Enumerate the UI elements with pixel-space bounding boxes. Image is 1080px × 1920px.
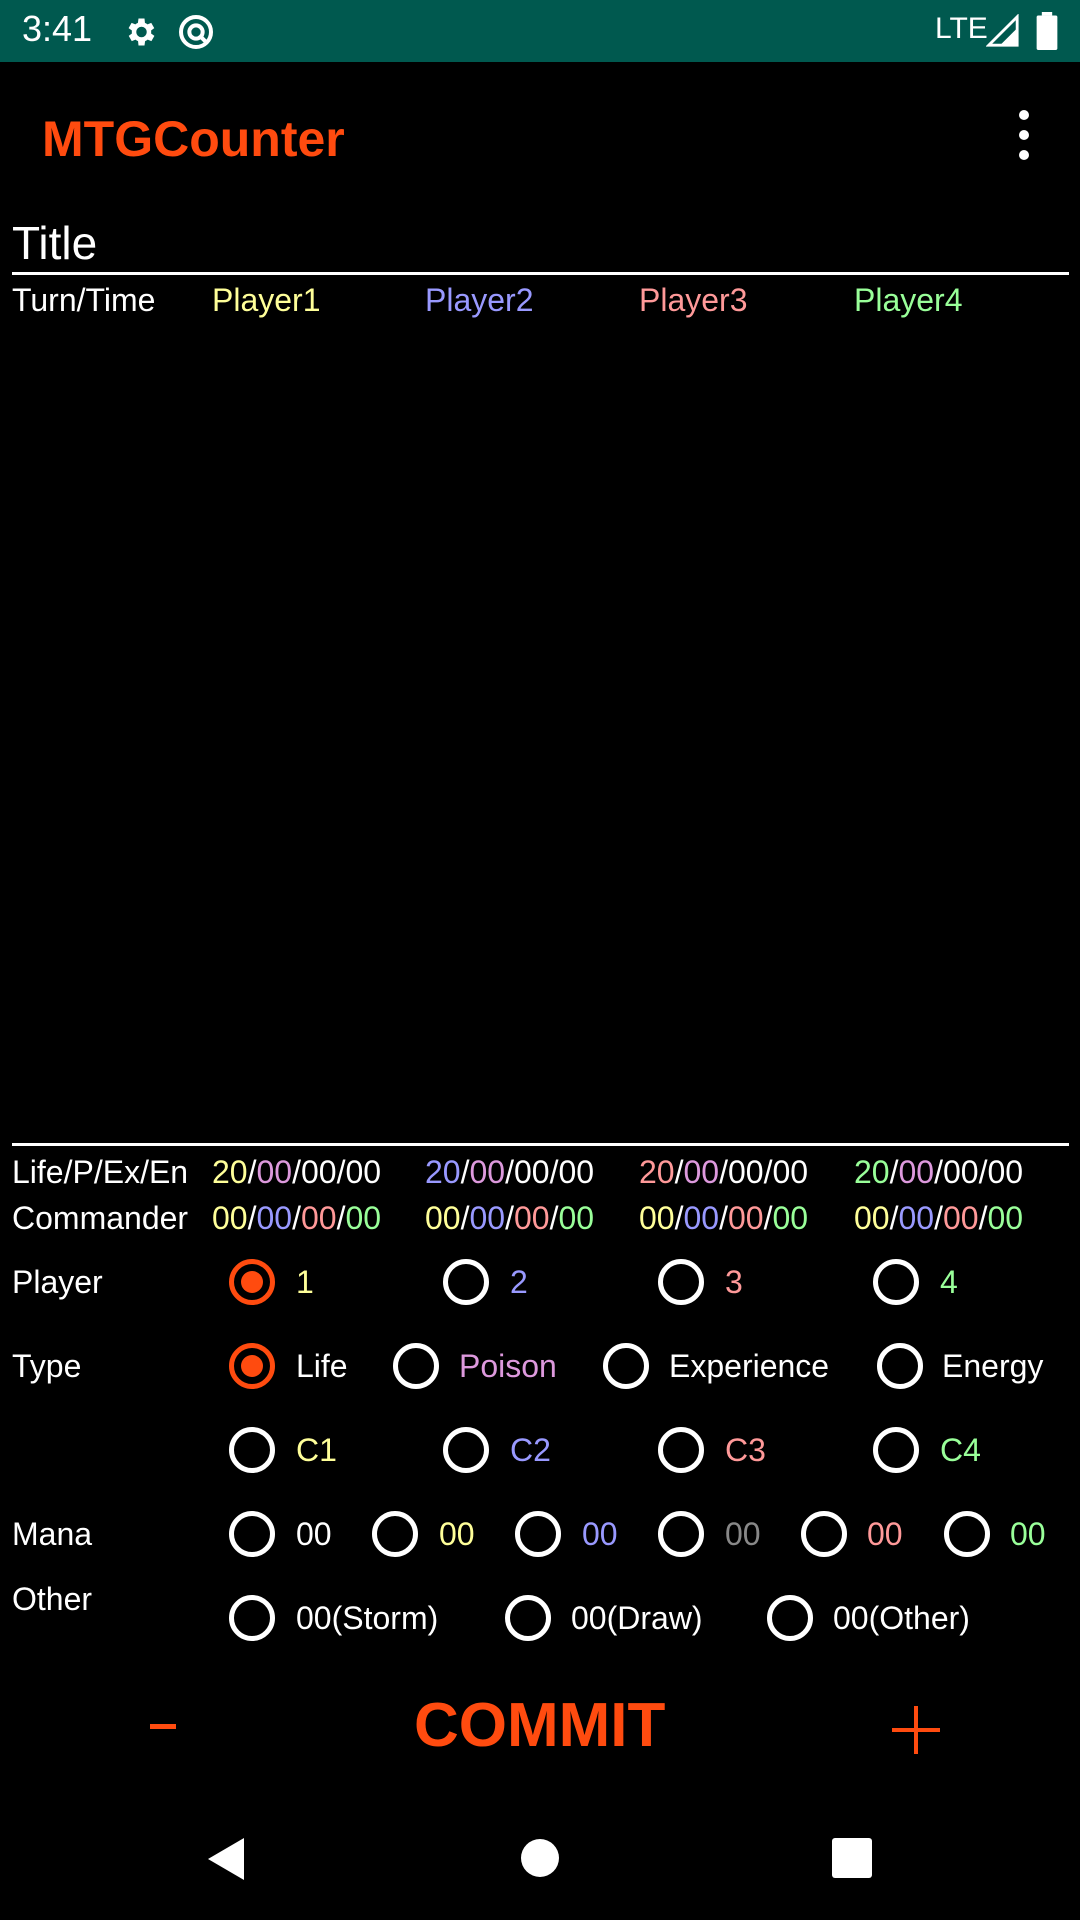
other-draw-radio[interactable] <box>505 1595 551 1641</box>
type-c3-radio[interactable] <box>658 1427 704 1473</box>
status-bar: 3:41 LTE <box>0 0 1080 62</box>
other-other-radio[interactable] <box>767 1595 813 1641</box>
player2-life-stats: 20/00/00/00 <box>425 1154 595 1190</box>
mana-white-radio[interactable] <box>372 1511 418 1557</box>
other-label: Other <box>12 1581 93 1617</box>
player-1-radio[interactable] <box>229 1259 275 1305</box>
type-energy-radio[interactable] <box>877 1343 923 1389</box>
player-2-label[interactable]: 2 <box>510 1264 528 1301</box>
player2-header: Player2 <box>425 282 534 318</box>
home-circle-icon <box>521 1839 559 1877</box>
minus-icon <box>150 1724 176 1729</box>
type-experience-radio[interactable] <box>603 1343 649 1389</box>
type-c1-radio[interactable] <box>229 1427 275 1473</box>
plus-button[interactable]: + <box>890 1704 942 1756</box>
type-life-radio[interactable] <box>229 1343 275 1389</box>
player-3-radio[interactable] <box>658 1259 704 1305</box>
other-other-value[interactable]: 00(Other) <box>833 1600 970 1637</box>
player2-commander-stats: 00/00/00/00 <box>425 1200 595 1236</box>
player-label: Player <box>12 1264 103 1300</box>
type-c4-radio[interactable] <box>873 1427 919 1473</box>
player-2-radio[interactable] <box>443 1259 489 1305</box>
player-4-label[interactable]: 4 <box>940 1264 958 1301</box>
turn-time-header: Turn/Time <box>12 282 156 318</box>
nav-home-button[interactable] <box>521 1839 559 1877</box>
player1-header: Player1 <box>212 282 321 318</box>
title-divider <box>12 272 1069 275</box>
mana-colorless-radio[interactable] <box>229 1511 275 1557</box>
minus-button[interactable]: - <box>144 1690 184 1760</box>
player4-life-stats: 20/00/00/00 <box>854 1154 1024 1190</box>
player-3-label[interactable]: 3 <box>725 1264 743 1301</box>
player3-life-stats: 20/00/00/00 <box>639 1154 809 1190</box>
signal-icon <box>986 14 1019 47</box>
player3-commander-stats: 00/00/00/00 <box>639 1200 809 1236</box>
type-c2-label[interactable]: C2 <box>510 1432 551 1469</box>
type-life-label[interactable]: Life <box>296 1348 348 1385</box>
player-4-radio[interactable] <box>873 1259 919 1305</box>
type-energy-label[interactable]: Energy <box>942 1348 1043 1385</box>
mana-green-radio[interactable] <box>944 1511 990 1557</box>
player3-header: Player3 <box>639 282 748 318</box>
more-vert-icon[interactable] <box>1004 110 1044 172</box>
status-time: 3:41 <box>22 8 93 49</box>
type-c1-label[interactable]: C1 <box>296 1432 337 1469</box>
app-title: MTGCounter <box>42 111 345 167</box>
life-stats-label: Life/P/Ex/En <box>12 1154 189 1190</box>
mana-colorless-value[interactable]: 00 <box>296 1516 332 1553</box>
type-c2-radio[interactable] <box>443 1427 489 1473</box>
type-c3-label[interactable]: C3 <box>725 1432 766 1469</box>
battery-icon <box>1036 12 1058 50</box>
mana-black-radio[interactable] <box>658 1511 704 1557</box>
plus-icon <box>892 1706 940 1754</box>
nav-back-button[interactable] <box>204 1836 246 1882</box>
mana-black-value[interactable]: 00 <box>725 1516 761 1553</box>
app-bar: MTGCounter <box>0 62 1080 214</box>
other-storm-value[interactable]: 00(Storm) <box>296 1600 438 1637</box>
commander-label: Commander <box>12 1200 189 1236</box>
player-1-label[interactable]: 1 <box>296 1264 314 1301</box>
type-label: Type <box>12 1348 82 1384</box>
mana-label: Mana <box>12 1516 93 1552</box>
mana-red-radio[interactable] <box>801 1511 847 1557</box>
type-experience-label[interactable]: Experience <box>669 1348 829 1385</box>
player1-commander-stats: 00/00/00/00 <box>212 1200 382 1236</box>
mana-blue-radio[interactable] <box>515 1511 561 1557</box>
nav-recents-button[interactable] <box>832 1838 872 1878</box>
mana-green-value[interactable]: 00 <box>1010 1516 1046 1553</box>
other-storm-radio[interactable] <box>229 1595 275 1641</box>
recents-square-icon <box>832 1838 872 1878</box>
player4-header: Player4 <box>854 282 963 318</box>
commit-button[interactable]: COMMIT <box>414 1690 665 1761</box>
type-poison-radio[interactable] <box>393 1343 439 1389</box>
mana-red-value[interactable]: 00 <box>867 1516 903 1553</box>
settings-icon <box>128 18 155 46</box>
game-title[interactable]: Title <box>12 216 97 270</box>
mana-white-value[interactable]: 00 <box>439 1516 475 1553</box>
type-poison-label[interactable]: Poison <box>459 1348 557 1385</box>
sync-icon <box>179 15 213 49</box>
player4-commander-stats: 00/00/00/00 <box>854 1200 1024 1236</box>
mana-blue-value[interactable]: 00 <box>582 1516 618 1553</box>
network-type: LTE <box>935 12 988 45</box>
other-draw-value[interactable]: 00(Draw) <box>571 1600 703 1637</box>
type-c4-label[interactable]: C4 <box>940 1432 981 1469</box>
player1-life-stats: 20/00/00/00 <box>212 1154 382 1190</box>
history-log[interactable] <box>0 325 1080 1140</box>
back-triangle-icon <box>208 1838 244 1880</box>
stats-divider <box>12 1143 1069 1146</box>
